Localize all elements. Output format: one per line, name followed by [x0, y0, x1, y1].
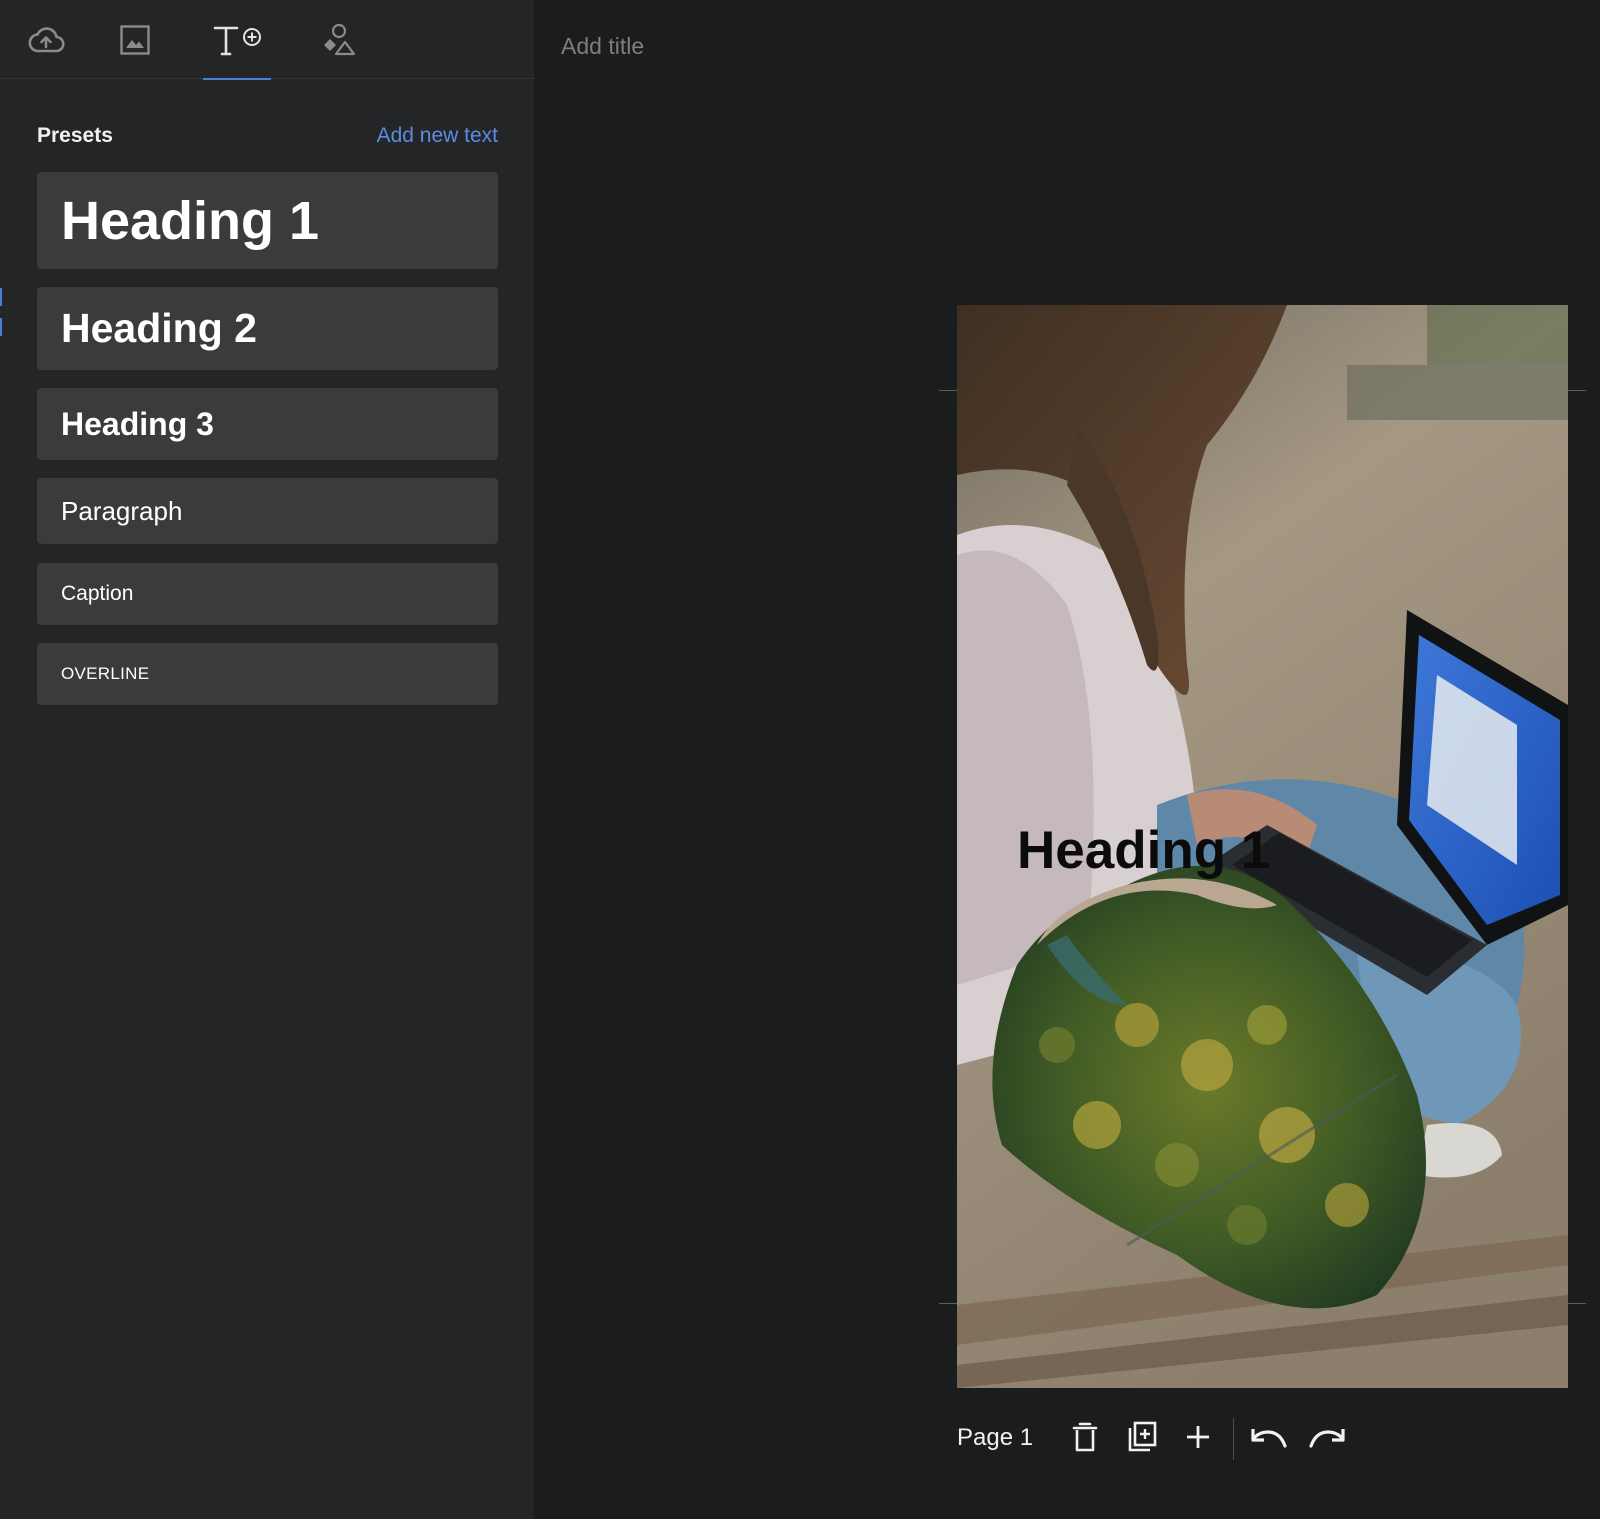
preset-heading-1[interactable]: Heading 1: [37, 172, 498, 269]
toolbar-divider: [1233, 1418, 1234, 1460]
undo-icon: [1250, 1424, 1288, 1455]
tab-media[interactable]: [110, 0, 160, 79]
tab-upload[interactable]: [20, 0, 72, 79]
redo-icon: [1308, 1424, 1346, 1455]
duplicate-page-button[interactable]: [1122, 1419, 1162, 1459]
preset-paragraph[interactable]: Paragraph: [37, 478, 498, 544]
image-icon: [119, 24, 151, 56]
duplicate-page-icon: [1126, 1420, 1158, 1459]
edge-marker: [0, 318, 2, 336]
text-add-icon: [211, 23, 263, 57]
add-page-button[interactable]: [1178, 1419, 1218, 1459]
shapes-icon: [321, 23, 357, 57]
library-tabs: [0, 0, 534, 80]
safe-zone-marker: [1568, 390, 1586, 391]
sidebar: Presets Add new text Heading 1 Heading 2…: [0, 0, 534, 1519]
tab-shapes[interactable]: [316, 0, 362, 79]
edge-marker: [0, 288, 2, 306]
presets-heading: Presets: [37, 124, 113, 147]
preset-caption[interactable]: Caption: [37, 563, 498, 625]
add-page-icon: [1185, 1424, 1211, 1455]
preset-overline[interactable]: OVERLINE: [37, 643, 498, 705]
cloud-upload-icon: [27, 26, 65, 54]
story-title-input[interactable]: [534, 24, 954, 68]
canvas-heading-text[interactable]: Heading 1: [1017, 820, 1270, 881]
preset-heading-2[interactable]: Heading 2: [37, 287, 498, 370]
safe-zone-marker: [939, 1303, 957, 1304]
delete-page-icon: [1071, 1421, 1099, 1458]
redo-button[interactable]: [1307, 1419, 1347, 1459]
story-page-canvas[interactable]: Heading 1: [957, 305, 1568, 1388]
tab-text[interactable]: [203, 0, 271, 80]
undo-button[interactable]: [1249, 1419, 1289, 1459]
delete-page-button[interactable]: [1065, 1419, 1105, 1459]
safe-zone-marker: [939, 390, 957, 391]
page-label: Page 1: [957, 1424, 1034, 1451]
preset-heading-3[interactable]: Heading 3: [37, 388, 498, 460]
add-new-text-link[interactable]: Add new text: [377, 124, 498, 148]
tab-active-indicator: [203, 78, 271, 80]
safe-zone-marker: [1568, 1303, 1586, 1304]
